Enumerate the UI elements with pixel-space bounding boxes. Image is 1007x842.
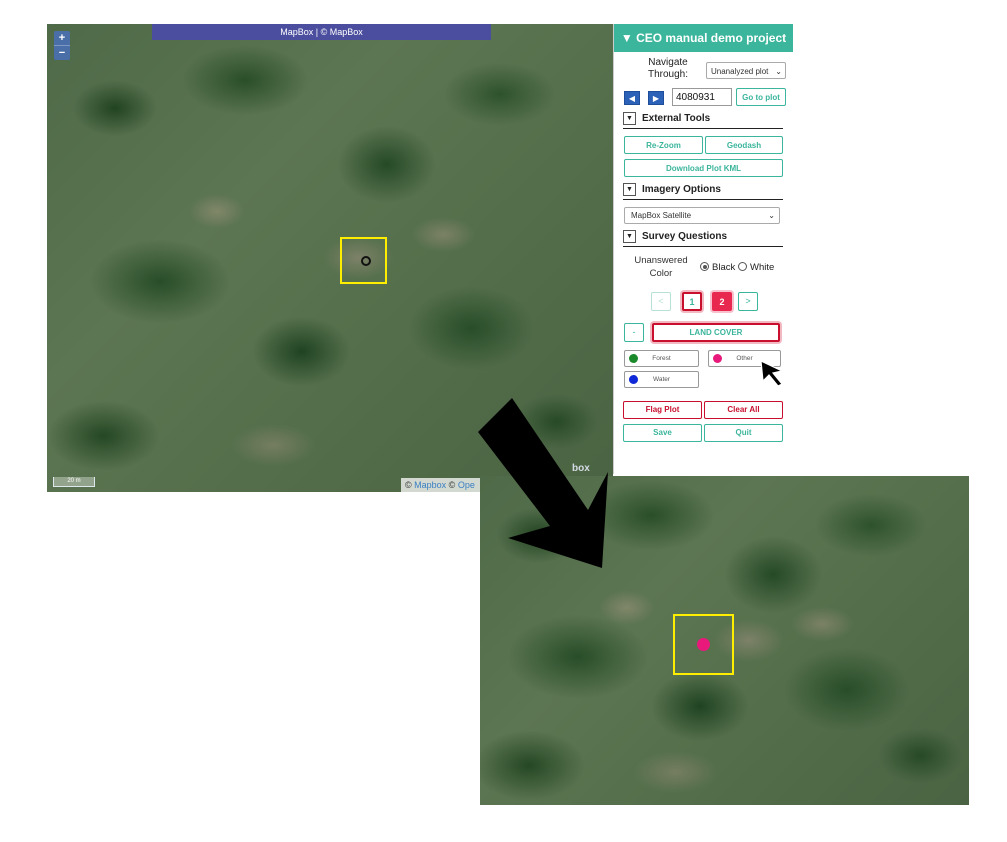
save-button[interactable]: Save	[623, 424, 702, 442]
question-2-button[interactable]: 2	[712, 292, 732, 311]
question-1-button[interactable]: 1	[682, 292, 702, 311]
question-land-cover[interactable]: LAND COVER	[652, 323, 780, 342]
external-tools-header[interactable]: ▼ External Tools	[623, 112, 783, 129]
forest-color-swatch	[629, 354, 638, 363]
plot-boundary	[340, 237, 387, 284]
mouse-cursor-icon	[760, 360, 784, 387]
quit-button[interactable]: Quit	[704, 424, 783, 442]
answer-other-label: Other	[736, 355, 753, 362]
clear-all-button[interactable]: Clear All	[704, 401, 783, 419]
plot-id-input[interactable]: 4080931	[672, 88, 732, 106]
zoom-out-button[interactable]: −	[54, 46, 70, 60]
sample-point-answered	[697, 638, 710, 651]
radio-unselected-icon	[738, 262, 747, 271]
answer-forest-button[interactable]: Forest	[624, 350, 699, 367]
plot-navigation: ◀ ▶ 4080931 Go to plot	[624, 88, 789, 108]
imagery-select[interactable]: MapBox Satellite ⌄	[624, 207, 780, 224]
rezoom-button[interactable]: Re-Zoom	[624, 136, 703, 154]
answer-forest-label: Forest	[652, 355, 671, 362]
collapse-toggle-icon[interactable]: ▼	[623, 183, 636, 196]
collapse-toggle-icon[interactable]: ▼	[623, 230, 636, 243]
collection-side-panel: ▼ CEO manual demo project Navigate Throu…	[613, 24, 793, 474]
arrow-down-right-icon	[478, 398, 608, 568]
radio-white[interactable]: White	[738, 262, 774, 273]
navigate-label: Navigate Through:	[647, 57, 689, 80]
unanswered-color-label: Unanswered Color	[634, 255, 688, 279]
radio-black-label: Black	[712, 262, 736, 273]
mapbox-link[interactable]: Mapbox	[414, 480, 446, 490]
chevron-down-icon: ⌄	[775, 67, 782, 76]
chevron-down-icon: ⌄	[768, 211, 775, 220]
answer-water-button[interactable]: Water	[624, 371, 699, 388]
scale-bar: 20 m	[53, 477, 95, 487]
sample-point-unanswered[interactable]	[361, 256, 371, 266]
radio-white-label: White	[750, 262, 775, 273]
prev-plot-button[interactable]: ◀	[624, 91, 640, 105]
zoom-controls: + −	[54, 31, 70, 60]
imagery-select-value: MapBox Satellite	[631, 211, 692, 220]
navigate-row: Navigate Through: Unanalyzed plot ⌄	[622, 57, 787, 83]
plot-boundary-zoomed	[673, 614, 734, 675]
next-plot-button[interactable]: ▶	[648, 91, 664, 105]
other-color-swatch	[713, 354, 722, 363]
collapse-toggle-icon[interactable]: ▼	[623, 112, 636, 125]
navigate-select[interactable]: Unanalyzed plot ⌄	[706, 62, 786, 79]
imagery-options-label: Imagery Options	[642, 184, 721, 196]
survey-questions-label: Survey Questions	[642, 231, 728, 243]
imagery-attribution-bar: MapBox | © MapBox	[152, 24, 491, 40]
radio-black[interactable]: Black	[700, 262, 735, 273]
go-to-plot-button[interactable]: Go to plot	[736, 88, 786, 106]
geodash-button[interactable]: Geodash	[705, 136, 783, 154]
attribution-separator: ©	[446, 480, 458, 490]
prev-question-button[interactable]: <	[651, 292, 671, 311]
attribution-prefix: ©	[405, 480, 415, 490]
download-kml-button[interactable]: Download Plot KML	[624, 159, 783, 177]
survey-questions-header[interactable]: ▼ Survey Questions	[623, 230, 783, 247]
navigate-select-value: Unanalyzed plot	[711, 67, 769, 76]
next-question-button[interactable]: >	[738, 292, 758, 311]
external-tools-label: External Tools	[642, 113, 711, 125]
project-title[interactable]: ▼ CEO manual demo project	[614, 24, 793, 52]
zoom-in-button[interactable]: +	[54, 31, 70, 46]
imagery-options-header[interactable]: ▼ Imagery Options	[623, 183, 783, 200]
answer-water-label: Water	[652, 376, 671, 383]
radio-selected-icon	[700, 262, 709, 271]
water-color-swatch	[629, 375, 638, 384]
collapse-question-button[interactable]: -	[624, 323, 644, 342]
flag-plot-button[interactable]: Flag Plot	[623, 401, 702, 419]
